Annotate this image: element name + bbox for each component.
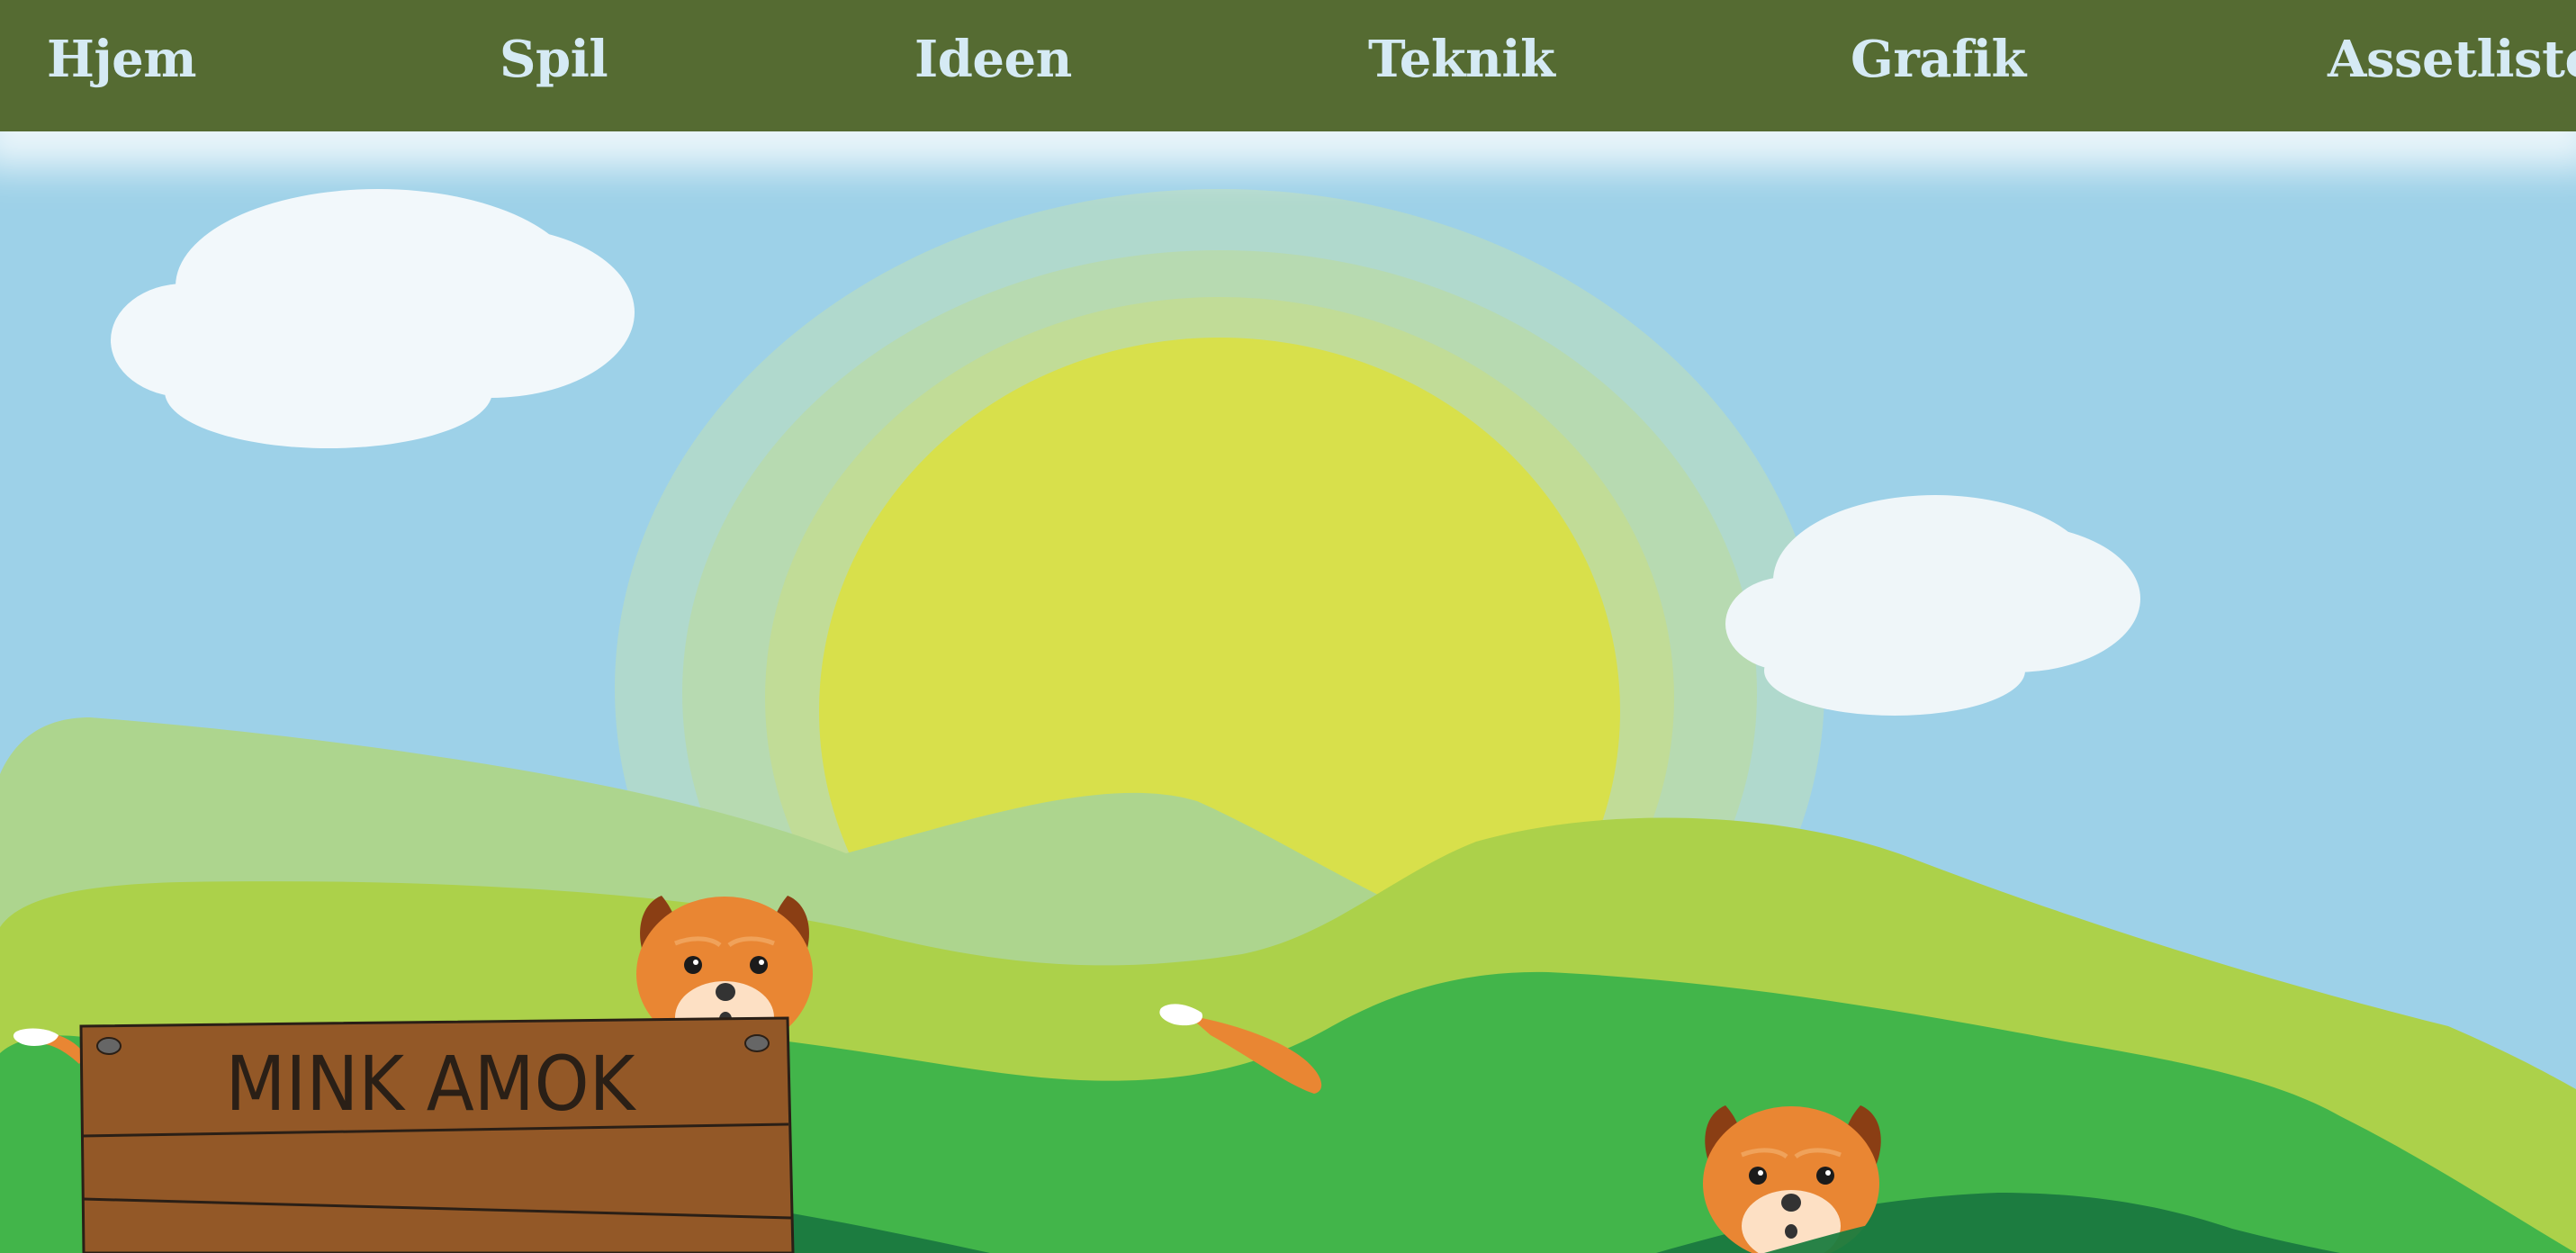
nav-link-teknik[interactable]: Teknik xyxy=(1368,31,1555,88)
nav-link-ideen[interactable]: Ideen xyxy=(914,31,1072,88)
game-scene: MINK AMOK xyxy=(0,0,2576,1253)
nav-link-hjem[interactable]: Hjem xyxy=(47,31,197,88)
top-navigation: Hjem Spil Ideen Teknik Grafik Assetliste xyxy=(0,0,2576,131)
sign-title: MINK AMOK xyxy=(226,1040,637,1128)
nav-link-grafik[interactable]: Grafik xyxy=(1851,31,2026,88)
nav-link-spil[interactable]: Spil xyxy=(500,31,608,88)
sign-nail-right xyxy=(744,1034,770,1052)
game-title-sign: MINK AMOK xyxy=(79,1016,795,1253)
sign-nail-left xyxy=(96,1037,122,1055)
nav-link-assetliste[interactable]: Assetliste xyxy=(2328,31,2576,88)
